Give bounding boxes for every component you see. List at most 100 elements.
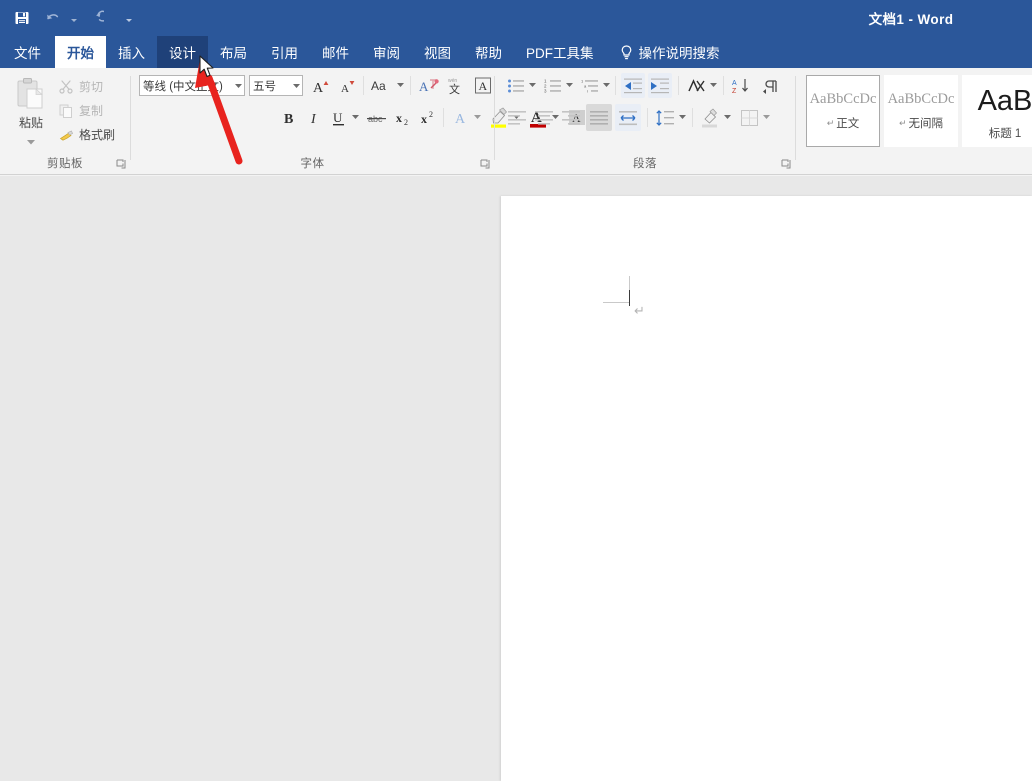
tab-pdf-toolkit[interactable]: PDF工具集 xyxy=(514,36,606,68)
paste-button[interactable]: 粘贴 xyxy=(8,73,54,147)
ribbon-group-font: A A Aa xyxy=(131,68,611,174)
underline-button[interactable]: U xyxy=(327,106,350,129)
change-case-button[interactable]: Aa xyxy=(369,74,395,97)
style-item-normal[interactable]: AaBbCcDc ↵ 正文 xyxy=(806,75,880,147)
align-center-button[interactable] xyxy=(532,106,556,129)
shading-chevron-down-icon[interactable] xyxy=(722,106,733,128)
shading-button[interactable] xyxy=(698,105,722,130)
tab-insert[interactable]: 插入 xyxy=(106,36,157,68)
tell-me-label: 操作说明搜索 xyxy=(638,46,720,61)
customize-qat-chevron-down-icon[interactable] xyxy=(123,5,134,31)
shrink-font-button[interactable]: A xyxy=(335,74,359,97)
svg-text:i: i xyxy=(587,88,588,93)
multilevel-list-chevron-down-icon[interactable] xyxy=(601,74,612,96)
show-formatting-marks-button[interactable] xyxy=(759,74,783,97)
line-spacing-button[interactable] xyxy=(653,106,677,129)
pilcrow-icon: ↵ xyxy=(898,117,907,128)
borders-button[interactable] xyxy=(737,106,761,129)
bullets-button[interactable] xyxy=(505,74,527,97)
workspace-top-edge xyxy=(0,175,1032,176)
asian-layout-button[interactable] xyxy=(684,74,708,97)
tab-home[interactable]: 开始 xyxy=(55,36,106,68)
italic-button[interactable]: I xyxy=(302,106,325,129)
save-icon[interactable] xyxy=(8,5,36,31)
paragraph-dialog-launcher[interactable] xyxy=(780,159,791,170)
tab-mailings[interactable]: 邮件 xyxy=(310,36,361,68)
align-left-button[interactable] xyxy=(505,106,529,129)
numbering-button[interactable]: 1 2 3 xyxy=(542,74,564,97)
redo-icon[interactable] xyxy=(81,5,109,31)
paste-icon xyxy=(14,76,48,112)
line-spacing-chevron-down-icon[interactable] xyxy=(677,106,688,128)
underline-chevron-down-icon[interactable] xyxy=(350,106,361,128)
format-painter-icon xyxy=(58,127,74,143)
font-name-combo[interactable] xyxy=(139,75,245,96)
paste-menu-chevron-down-icon[interactable] xyxy=(27,132,35,150)
text-effects-button[interactable]: A xyxy=(449,106,472,129)
sort-button[interactable]: A Z xyxy=(729,74,753,97)
svg-text:U: U xyxy=(333,110,343,125)
increase-indent-button[interactable] xyxy=(648,73,672,98)
bullets-chevron-down-icon[interactable] xyxy=(527,74,538,96)
font-name-chevron-down-icon[interactable] xyxy=(233,76,244,95)
clipboard-group-label: 剪贴板 xyxy=(47,158,83,170)
style-name-no-spacing: ↵ 无间隔 xyxy=(899,115,943,131)
style-item-heading-1[interactable]: AaB 标题 1 xyxy=(962,75,1032,147)
font-dialog-launcher[interactable] xyxy=(479,159,490,170)
svg-text:文: 文 xyxy=(449,82,460,95)
style-preview: AaB xyxy=(977,85,1032,117)
font-size-combo[interactable] xyxy=(249,75,303,96)
svg-text:2: 2 xyxy=(429,110,433,119)
decrease-indent-button[interactable] xyxy=(621,73,645,98)
multilevel-list-button[interactable]: 1 a i xyxy=(579,74,601,97)
format-painter-command[interactable]: 格式刷 xyxy=(56,124,115,145)
clear-formatting-button[interactable]: A xyxy=(416,74,441,97)
svg-text:B: B xyxy=(284,112,293,126)
superscript-button[interactable]: x 2 xyxy=(417,106,440,129)
svg-text:A: A xyxy=(313,81,324,95)
ribbon-group-paragraph: 1 2 3 1 a i A Z 段落 xyxy=(495,68,795,174)
clipboard-dialog-launcher[interactable] xyxy=(115,159,126,170)
distribute-button[interactable] xyxy=(615,104,641,131)
ribbon-tabs: 文件 开始 插入 设计 布局 引用 邮件 审阅 视图 帮助 PDF工具集 操作说… xyxy=(0,36,1032,68)
phonetic-guide-button[interactable]: wén 文 xyxy=(443,74,468,97)
strikethrough-button[interactable]: abc xyxy=(365,106,389,129)
undo-icon[interactable] xyxy=(38,5,66,31)
tab-view[interactable]: 视图 xyxy=(412,36,463,68)
bold-button[interactable]: B xyxy=(277,106,300,129)
copy-command[interactable]: 复制 xyxy=(56,100,103,121)
tab-help[interactable]: 帮助 xyxy=(463,36,514,68)
document-page[interactable]: ↵ xyxy=(501,196,1032,781)
style-label: 无间隔 xyxy=(908,118,944,130)
grow-font-button[interactable]: A xyxy=(309,74,333,97)
font-size-chevron-down-icon[interactable] xyxy=(291,76,302,95)
align-right-button[interactable] xyxy=(559,106,583,129)
svg-text:A: A xyxy=(419,79,429,94)
ribbon: 粘贴 剪切 复制 格式刷 剪贴板 等线 (中文正文) 五号 A A Aa A w… xyxy=(0,68,1032,175)
borders-chevron-down-icon[interactable] xyxy=(761,106,772,128)
svg-text:Z: Z xyxy=(732,88,737,95)
change-case-chevron-down-icon[interactable] xyxy=(395,74,406,96)
tell-me-search[interactable]: 操作说明搜索 xyxy=(606,36,730,68)
svg-text:I: I xyxy=(310,112,317,126)
numbering-chevron-down-icon[interactable] xyxy=(564,74,575,96)
character-border-button[interactable]: A xyxy=(470,74,495,97)
tab-references[interactable]: 引用 xyxy=(259,36,310,68)
text-effects-chevron-down-icon[interactable] xyxy=(472,106,483,128)
svg-text:3: 3 xyxy=(544,88,547,93)
subscript-button[interactable]: x 2 xyxy=(392,106,415,129)
style-item-no-spacing[interactable]: AaBbCcDc ↵ 无间隔 xyxy=(884,75,958,147)
asian-layout-chevron-down-icon[interactable] xyxy=(708,74,719,96)
word-window: 文档1 - Word 文件 开始 插入 设计 布局 引用 邮件 审阅 视图 帮助… xyxy=(0,0,1032,781)
svg-text:A: A xyxy=(478,79,487,93)
font-name-input[interactable] xyxy=(140,77,233,94)
copy-icon xyxy=(58,103,74,119)
undo-menu-chevron-down-icon[interactable] xyxy=(68,5,79,31)
svg-text:A: A xyxy=(341,83,349,95)
tab-review[interactable]: 审阅 xyxy=(361,36,412,68)
justify-button[interactable] xyxy=(586,104,612,131)
font-size-input[interactable] xyxy=(250,77,291,94)
tab-file[interactable]: 文件 xyxy=(0,36,55,68)
document-workspace[interactable]: ↵ xyxy=(0,175,1032,781)
cut-command[interactable]: 剪切 xyxy=(56,76,103,97)
